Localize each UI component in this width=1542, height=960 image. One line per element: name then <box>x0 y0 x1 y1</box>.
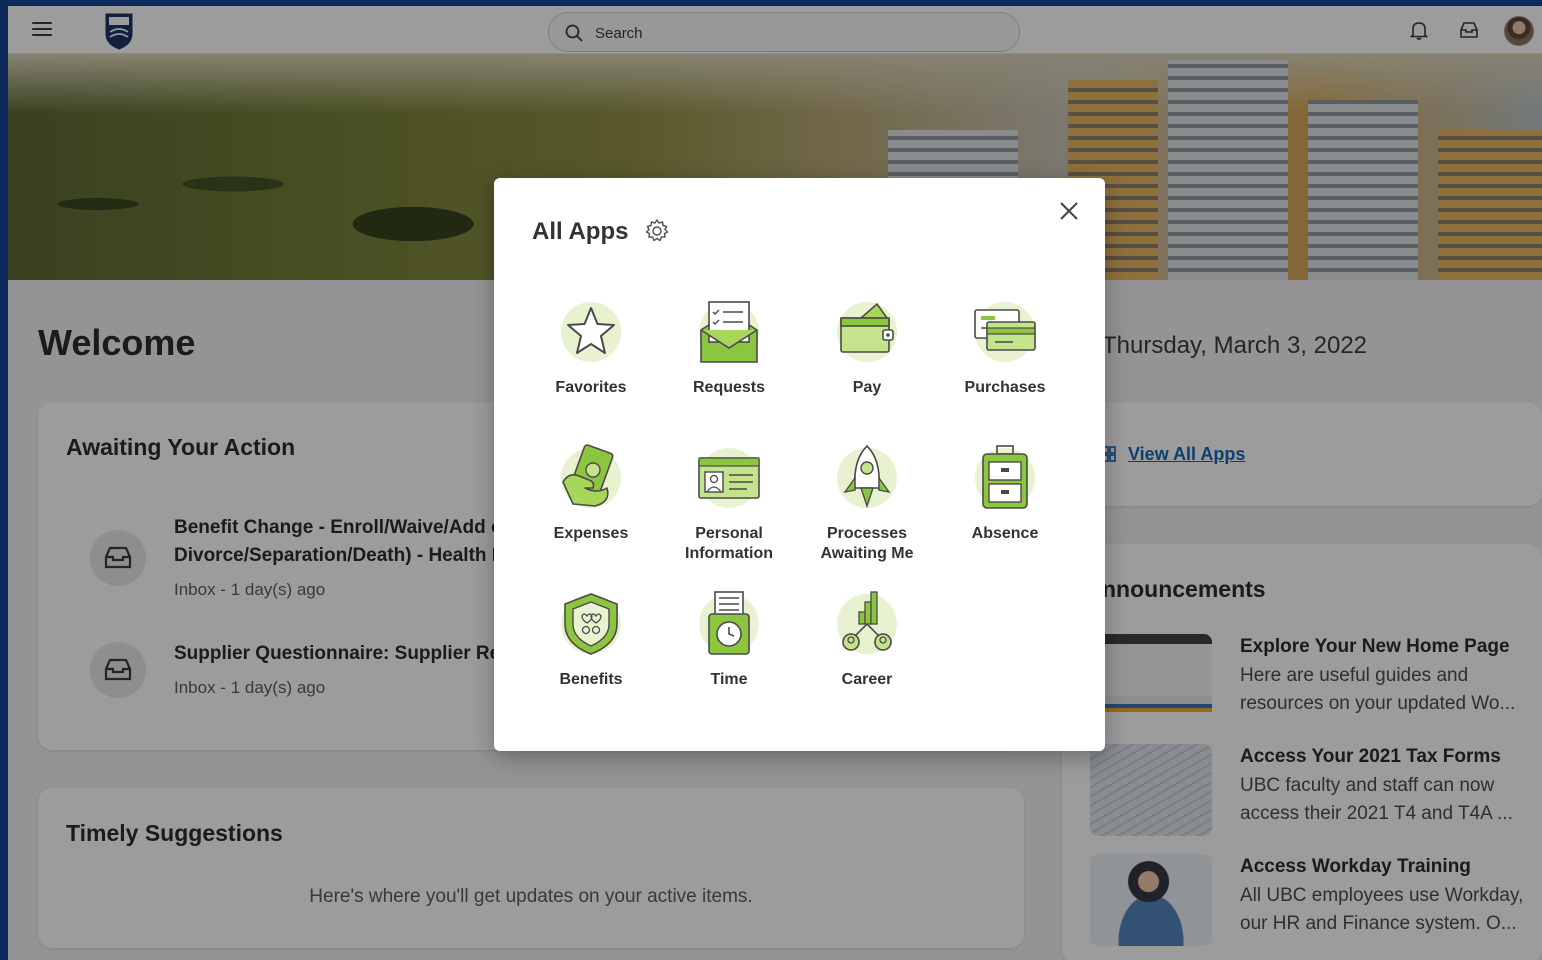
app-expenses[interactable]: Expenses <box>522 442 660 544</box>
app-label: Absence <box>971 525 1039 542</box>
star-icon <box>567 307 615 354</box>
app-label: Processes Awaiting Me <box>820 525 914 562</box>
app-personal-information[interactable]: Personal Information <box>660 442 798 564</box>
id-card-icon <box>698 457 760 499</box>
app-label: Requests <box>692 379 766 396</box>
app-processes-awaiting-me[interactable]: Processes Awaiting Me <box>798 442 936 564</box>
app-label: Career <box>841 671 893 688</box>
app-requests[interactable]: Requests <box>660 296 798 398</box>
app-career[interactable]: Career <box>798 588 936 690</box>
app-favorites[interactable]: Favorites <box>522 296 660 398</box>
rocket-icon <box>843 444 891 509</box>
app-time[interactable]: Time <box>660 588 798 690</box>
app-purchases[interactable]: Purchases <box>936 296 1074 398</box>
all-apps-modal: All Apps Favorites Requests Pay Purchase… <box>494 178 1105 751</box>
shield-icon <box>564 593 618 655</box>
close-icon[interactable] <box>1058 200 1080 222</box>
gear-icon[interactable] <box>644 218 670 244</box>
app-label: Time <box>710 671 748 688</box>
modal-title: All Apps <box>532 218 629 245</box>
credit-cards-icon <box>974 309 1036 351</box>
app-pay[interactable]: Pay <box>798 296 936 398</box>
app-label: Expenses <box>553 525 629 542</box>
career-people-icon <box>842 591 892 651</box>
app-label: Personal Information <box>685 525 773 562</box>
money-hand-icon <box>562 444 614 507</box>
time-clock-icon <box>708 591 750 655</box>
suitcase-icon <box>982 445 1028 509</box>
app-absence[interactable]: Absence <box>936 442 1074 544</box>
envelope-checklist-icon <box>700 301 758 363</box>
wallet-icon <box>840 302 894 353</box>
app-label: Benefits <box>559 671 623 688</box>
app-label: Favorites <box>555 379 627 396</box>
app-label: Pay <box>852 379 882 396</box>
app-benefits[interactable]: Benefits <box>522 588 660 690</box>
workday-home: Welcome Thursday, March 3, 2022 Awaiting… <box>8 6 1542 960</box>
app-label: Purchases <box>964 379 1046 396</box>
